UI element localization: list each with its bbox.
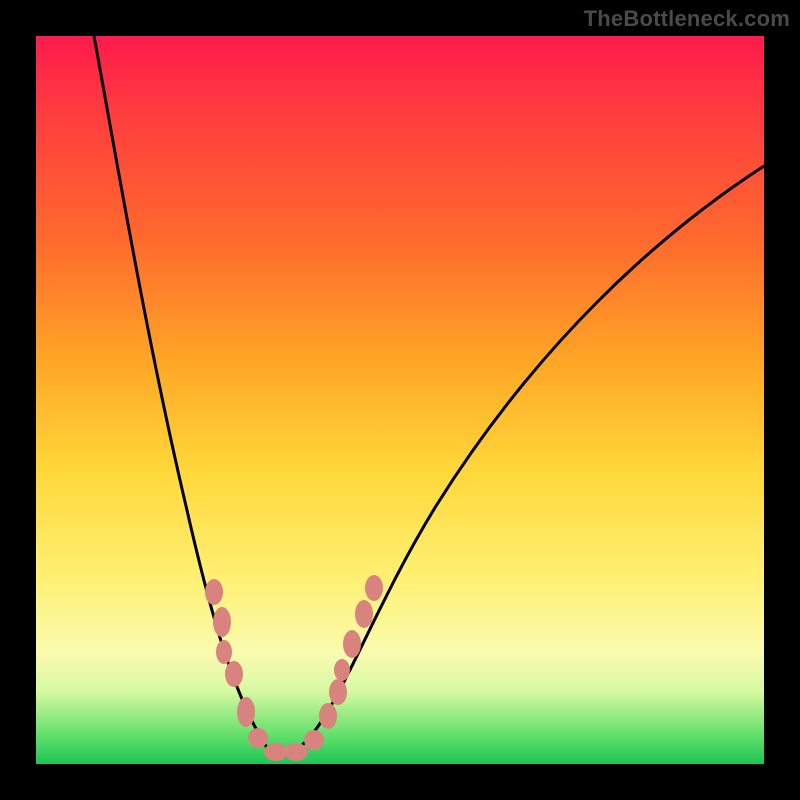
left-curve	[94, 36, 274, 758]
marker-dot	[329, 679, 347, 705]
chart-frame: TheBottleneck.com	[0, 0, 800, 800]
marker-dot	[216, 640, 232, 664]
watermark-text: TheBottleneck.com	[584, 6, 790, 32]
marker-group	[205, 575, 383, 761]
marker-dot	[355, 600, 373, 628]
plot-area	[36, 36, 764, 764]
marker-dot	[304, 730, 324, 750]
marker-dot	[225, 661, 243, 687]
marker-dot	[213, 607, 231, 637]
marker-dot	[334, 659, 350, 681]
curve-overlay	[36, 36, 764, 764]
marker-dot	[248, 728, 268, 748]
marker-dot	[343, 630, 361, 658]
marker-dot	[205, 579, 223, 605]
marker-dot	[284, 743, 308, 761]
marker-dot	[365, 575, 383, 601]
marker-dot	[319, 703, 337, 729]
marker-dot	[237, 697, 255, 727]
curve-group	[94, 36, 764, 758]
